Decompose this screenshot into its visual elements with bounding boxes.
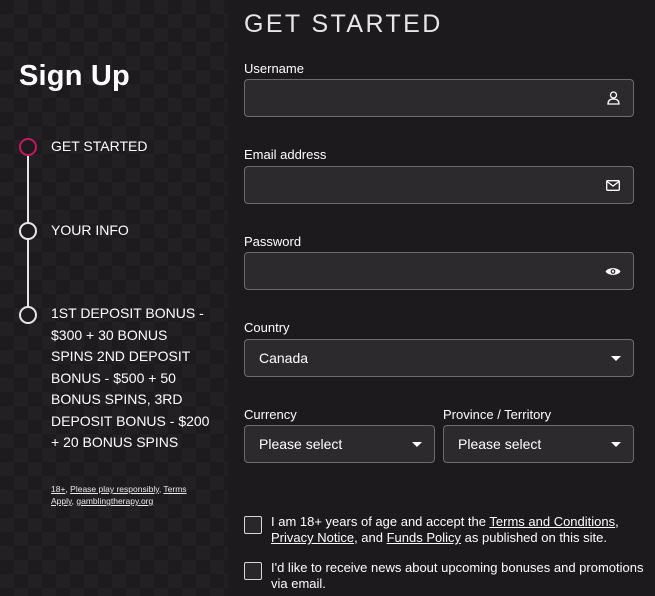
currency-selected-value: Please select xyxy=(259,436,343,452)
email-label: Email address xyxy=(244,147,327,162)
age-restriction-link[interactable]: 18+ xyxy=(51,484,65,494)
play-responsibly-link[interactable]: Please play responsibly xyxy=(70,484,159,494)
terms-consent-text: I am 18+ years of age and accept the Ter… xyxy=(271,514,646,546)
step-label-your-info: YOUR INFO xyxy=(51,222,129,238)
terms-prefix: I am 18+ years of age and accept the xyxy=(271,514,490,529)
country-select[interactable]: Canada xyxy=(244,339,634,377)
step-label-deposit-bonus: 1ST DEPOSIT BONUS - $300 + 30 BONUS SPIN… xyxy=(51,305,210,450)
user-icon xyxy=(605,90,621,106)
username-input[interactable] xyxy=(244,79,634,117)
terms-suffix: as published on this site. xyxy=(461,530,608,545)
terms-consent-row: I am 18+ years of age and accept the Ter… xyxy=(244,514,646,546)
step-indicator-get-started xyxy=(19,138,37,156)
province-select[interactable]: Please select xyxy=(443,425,634,463)
country-label: Country xyxy=(244,320,290,335)
caret-down-icon xyxy=(611,441,621,447)
province-selected-value: Please select xyxy=(458,436,542,452)
province-label: Province / Territory xyxy=(443,407,552,422)
terms-checkbox[interactable] xyxy=(244,516,262,534)
step-indicator-deposit-bonus xyxy=(19,306,37,324)
terms-separator: , xyxy=(615,514,619,529)
email-input[interactable] xyxy=(244,166,634,204)
signup-title: Sign Up xyxy=(19,60,130,92)
privacy-notice-link[interactable]: Privacy Notice xyxy=(271,530,354,545)
news-consent-row: I'd like to receive news about upcoming … xyxy=(244,560,646,592)
caret-down-icon xyxy=(412,441,422,447)
step-indicator-your-info xyxy=(19,222,37,240)
password-label: Password xyxy=(244,234,302,249)
terms-link[interactable]: Terms and Conditions xyxy=(489,514,615,529)
signup-page: Sign Up GET STARTED YOUR INFO 1ST DEPOSI… xyxy=(0,0,655,596)
form-title: GET STARTED xyxy=(244,10,443,38)
caret-down-icon xyxy=(611,355,621,361)
legal-disclaimer: 18+, Please play responsibly, Terms Appl… xyxy=(51,483,201,507)
gambling-therapy-link[interactable]: gamblingtherapy.org xyxy=(76,496,153,506)
password-input[interactable] xyxy=(244,252,634,290)
country-selected-value: Canada xyxy=(259,350,309,366)
funds-policy-link[interactable]: Funds Policy xyxy=(387,530,461,545)
eye-icon[interactable] xyxy=(605,263,621,279)
currency-label: Currency xyxy=(244,407,297,422)
currency-select[interactable]: Please select xyxy=(244,425,435,463)
step-label-get-started: GET STARTED xyxy=(51,138,148,154)
signup-sidebar: Sign Up GET STARTED YOUR INFO 1ST DEPOSI… xyxy=(0,0,228,596)
envelope-icon xyxy=(605,177,621,193)
news-consent-text: I'd like to receive news about upcoming … xyxy=(271,560,644,591)
username-label: Username xyxy=(244,61,304,76)
terms-separator: , and xyxy=(354,530,387,545)
news-checkbox[interactable] xyxy=(244,562,262,580)
